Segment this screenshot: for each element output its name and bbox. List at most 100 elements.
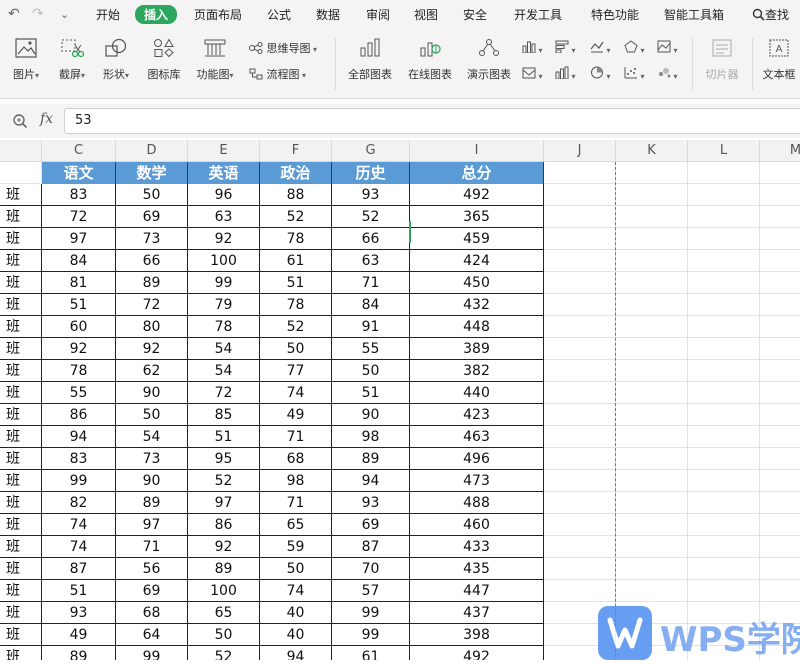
table-cell[interactable]: 95 [188, 448, 260, 470]
table-cell[interactable]: 40 [260, 624, 332, 646]
empty-cell[interactable] [544, 558, 616, 580]
table-cell[interactable]: 49 [260, 404, 332, 426]
table-cell[interactable]: 447 [410, 580, 544, 602]
empty-cell[interactable] [760, 514, 800, 536]
menu-features[interactable]: 特色功能 [591, 6, 639, 23]
row-class-label[interactable]: 班 [0, 426, 42, 448]
empty-cell[interactable] [0, 162, 42, 184]
table-cell[interactable]: 424 [410, 250, 544, 272]
row-class-label[interactable]: 班 [0, 514, 42, 536]
empty-cell[interactable] [616, 316, 688, 338]
table-cell[interactable]: 65 [260, 514, 332, 536]
empty-cell[interactable] [544, 426, 616, 448]
table-cell[interactable]: 437 [410, 602, 544, 624]
empty-cell[interactable] [760, 470, 800, 492]
table-cell[interactable]: 440 [410, 382, 544, 404]
formula-input[interactable]: 53 [64, 108, 800, 134]
empty-cell[interactable] [616, 272, 688, 294]
empty-cell[interactable] [616, 426, 688, 448]
search-command[interactable]: 查找 [752, 6, 789, 23]
table-cell[interactable]: 97 [42, 228, 116, 250]
table-cell[interactable]: 89 [332, 448, 410, 470]
menu-data[interactable]: 数据 [316, 6, 340, 23]
empty-cell[interactable] [544, 580, 616, 602]
table-cell[interactable]: 459 [410, 228, 544, 250]
empty-cell[interactable] [760, 338, 800, 360]
empty-cell[interactable] [688, 382, 760, 404]
table-cell[interactable]: 64 [116, 624, 188, 646]
row-class-label[interactable]: 班 [0, 448, 42, 470]
table-cell[interactable]: 80 [116, 316, 188, 338]
table-cell[interactable]: 99 [42, 470, 116, 492]
table-cell[interactable]: 473 [410, 470, 544, 492]
table-header-cell[interactable]: 总分 [410, 162, 544, 184]
column-header-corner[interactable] [0, 140, 42, 162]
empty-cell[interactable] [688, 184, 760, 206]
textbox-button[interactable]: A 文本框 [758, 38, 800, 82]
table-cell[interactable]: 99 [188, 272, 260, 294]
table-cell[interactable]: 52 [260, 206, 332, 228]
empty-cell[interactable] [616, 184, 688, 206]
table-cell[interactable]: 96 [188, 184, 260, 206]
row-class-label[interactable]: 班 [0, 206, 42, 228]
column-header[interactable]: C [42, 140, 116, 162]
empty-cell[interactable] [688, 206, 760, 228]
table-cell[interactable]: 57 [332, 580, 410, 602]
table-cell[interactable]: 90 [116, 470, 188, 492]
table-cell[interactable]: 492 [410, 184, 544, 206]
row-class-label[interactable]: 班 [0, 492, 42, 514]
table-cell[interactable]: 59 [260, 536, 332, 558]
table-cell[interactable]: 74 [42, 514, 116, 536]
table-cell[interactable]: 98 [332, 426, 410, 448]
table-cell[interactable]: 61 [260, 250, 332, 272]
empty-cell[interactable] [760, 580, 800, 602]
column-header[interactable]: F [260, 140, 332, 162]
empty-cell[interactable] [688, 470, 760, 492]
table-cell[interactable]: 50 [188, 624, 260, 646]
empty-cell[interactable] [688, 536, 760, 558]
table-cell[interactable]: 86 [188, 514, 260, 536]
table-cell[interactable]: 79 [188, 294, 260, 316]
all-charts-button[interactable]: 全部图表 [343, 38, 397, 82]
empty-cell[interactable] [616, 448, 688, 470]
bubble-chart-button[interactable]: ▾ [657, 66, 678, 82]
combo-chart-button[interactable]: ▾ [555, 66, 576, 82]
column-header[interactable]: L [688, 140, 760, 162]
redo-icon[interactable]: ↷ [32, 6, 44, 22]
table-cell[interactable]: 78 [260, 294, 332, 316]
table-cell[interactable]: 73 [116, 228, 188, 250]
empty-cell[interactable] [544, 382, 616, 404]
row-class-label[interactable]: 班 [0, 316, 42, 338]
pie-chart-button[interactable]: ▾ [590, 66, 611, 82]
table-cell[interactable]: 69 [332, 514, 410, 536]
empty-cell[interactable] [544, 184, 616, 206]
table-cell[interactable]: 448 [410, 316, 544, 338]
table-cell[interactable]: 87 [42, 558, 116, 580]
table-cell[interactable]: 83 [42, 448, 116, 470]
empty-cell[interactable] [688, 250, 760, 272]
row-class-label[interactable]: 班 [0, 558, 42, 580]
table-cell[interactable]: 50 [332, 360, 410, 382]
mind-map-button[interactable]: 思维导图 ▾ [249, 40, 317, 56]
shape-button[interactable]: 形状▾ [98, 38, 134, 82]
table-cell[interactable]: 92 [42, 338, 116, 360]
row-class-label[interactable]: 班 [0, 470, 42, 492]
table-cell[interactable]: 93 [42, 602, 116, 624]
empty-cell[interactable] [688, 492, 760, 514]
line-chart-button[interactable]: ▾ [590, 40, 611, 56]
table-cell[interactable]: 40 [260, 602, 332, 624]
table-cell[interactable]: 60 [42, 316, 116, 338]
empty-cell[interactable] [616, 206, 688, 228]
table-cell[interactable]: 89 [42, 646, 116, 660]
table-cell[interactable]: 51 [42, 294, 116, 316]
empty-cell[interactable] [544, 206, 616, 228]
table-cell[interactable]: 463 [410, 426, 544, 448]
row-class-label[interactable]: 班 [0, 624, 42, 646]
row-class-label[interactable]: 班 [0, 404, 42, 426]
table-cell[interactable]: 93 [332, 492, 410, 514]
empty-cell[interactable] [544, 316, 616, 338]
table-cell[interactable]: 98 [260, 470, 332, 492]
empty-cell[interactable] [760, 294, 800, 316]
zoom-icon[interactable] [12, 113, 28, 129]
table-cell[interactable]: 72 [42, 206, 116, 228]
